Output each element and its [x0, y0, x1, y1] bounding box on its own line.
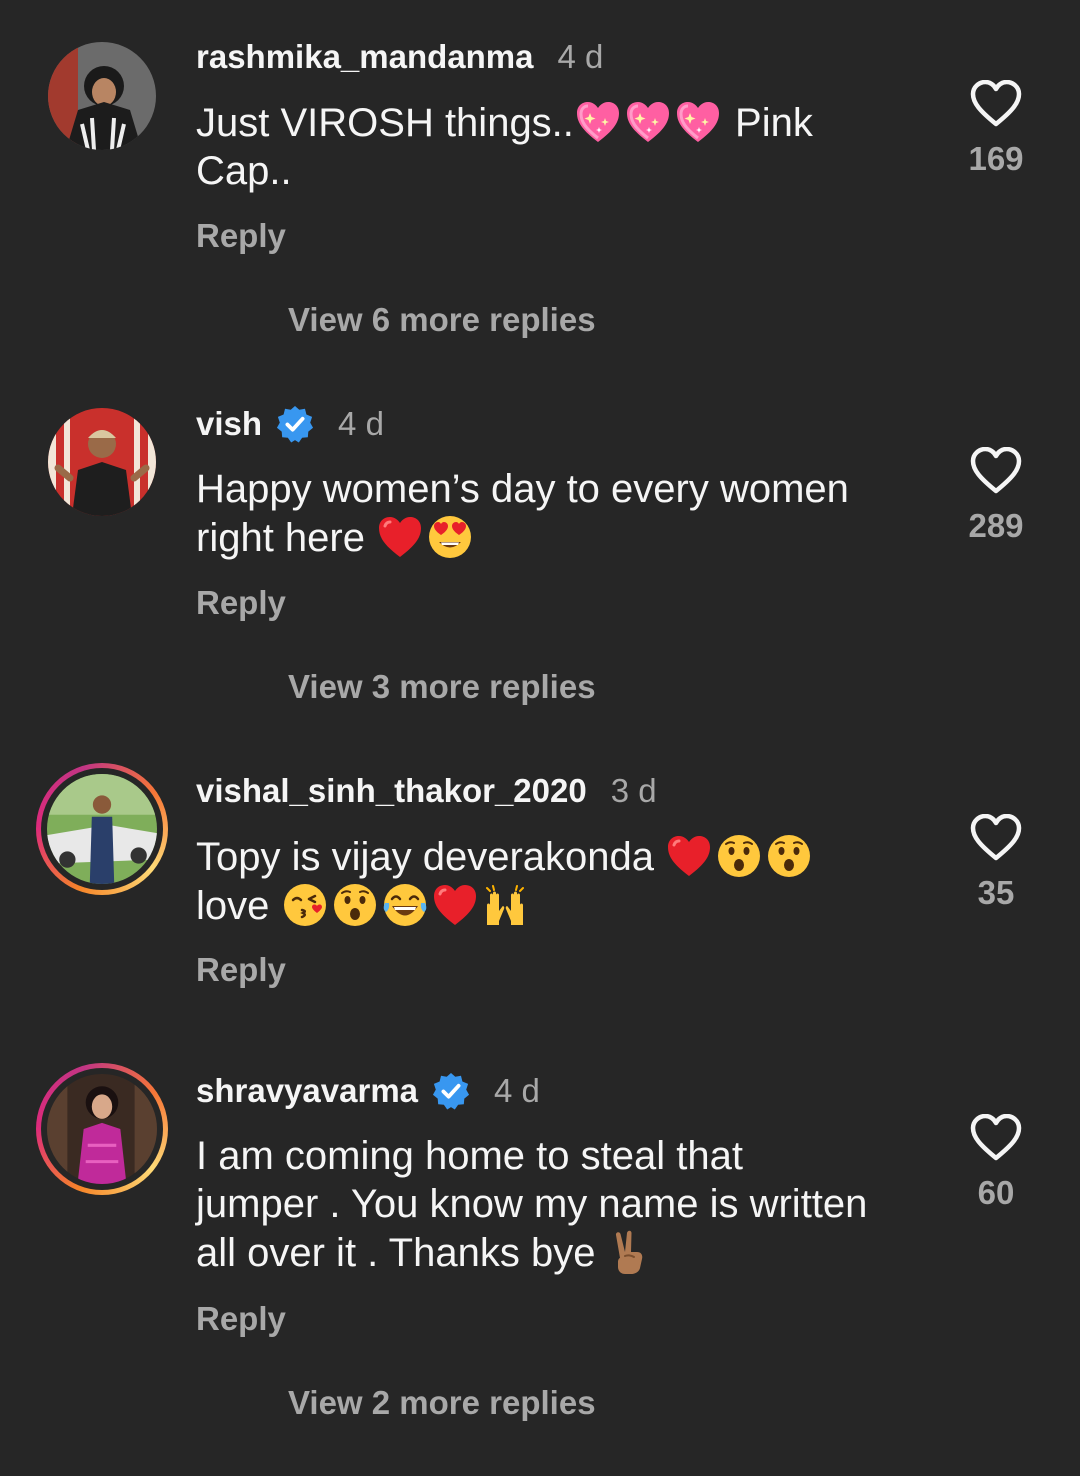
like-count: 60 [977, 1174, 1015, 1211]
tears-of-joy-emoji-icon [381, 881, 429, 929]
comment-text: I am coming home to steal that jumper . … [196, 1134, 868, 1276]
comment-text: Topy is vijay deverakonda love [196, 832, 926, 930]
heart-icon[interactable] [970, 814, 1022, 862]
view-more-replies-button[interactable]: View 2 more replies [288, 1384, 596, 1422]
red-heart-emoji-icon [431, 881, 479, 929]
like-control: 289 [966, 447, 1026, 545]
comment-time: 4 d [338, 405, 384, 442]
avatar-with-story-ring[interactable] [36, 1063, 168, 1195]
red-heart-emoji-icon [376, 513, 424, 561]
hushed-face-emoji-icon [331, 881, 379, 929]
like-control: 169 [966, 80, 1026, 178]
view-more-replies-button[interactable]: View 6 more replies [288, 301, 596, 339]
like-count: 169 [968, 140, 1024, 177]
sparkling-heart-emoji-icon [624, 98, 672, 146]
comment-time: 3 d [610, 772, 657, 809]
heart-icon[interactable] [970, 447, 1022, 495]
comment-text: Happy women’s day to every women right h… [196, 467, 849, 561]
username[interactable]: shravyavarma [196, 1072, 418, 1110]
comment-time: 4 d [557, 38, 604, 75]
heart-icon[interactable] [970, 80, 1022, 128]
username[interactable]: vishal_sinh_thakor_2020 [196, 772, 587, 810]
avatar-with-story-ring[interactable] [36, 763, 168, 895]
heart-icon[interactable] [970, 1114, 1022, 1162]
like-control: 35 [966, 814, 1026, 912]
like-count: 289 [968, 507, 1024, 544]
kissing-face-emoji-icon [281, 881, 329, 929]
view-more-replies-button[interactable]: View 3 more replies [288, 668, 596, 706]
victory-hand-emoji-icon [607, 1228, 655, 1276]
username[interactable]: vish [196, 405, 262, 443]
like-count: 35 [977, 874, 1015, 911]
avatar[interactable] [48, 42, 156, 150]
hushed-face-emoji-icon [765, 832, 813, 880]
comment-time: 4 d [494, 1072, 540, 1109]
like-control: 60 [966, 1114, 1026, 1212]
verified-badge-icon [276, 405, 314, 443]
heart-eyes-emoji-icon [426, 513, 474, 561]
avatar[interactable] [48, 408, 156, 516]
sparkling-heart-emoji-icon [674, 98, 722, 146]
verified-badge-icon [432, 1072, 470, 1110]
hushed-face-emoji-icon [715, 832, 763, 880]
sparkling-heart-emoji-icon [574, 98, 622, 146]
reply-button[interactable]: Reply [196, 1300, 286, 1338]
comment-text: Just VIROSH things.. Pink Cap.. [196, 98, 926, 195]
reply-button[interactable]: Reply [196, 951, 286, 989]
raising-hands-emoji-icon [481, 881, 529, 929]
reply-button[interactable]: Reply [196, 584, 286, 622]
username[interactable]: rashmika_mandanma [196, 38, 534, 76]
red-heart-emoji-icon [665, 832, 713, 880]
reply-button[interactable]: Reply [196, 217, 286, 255]
